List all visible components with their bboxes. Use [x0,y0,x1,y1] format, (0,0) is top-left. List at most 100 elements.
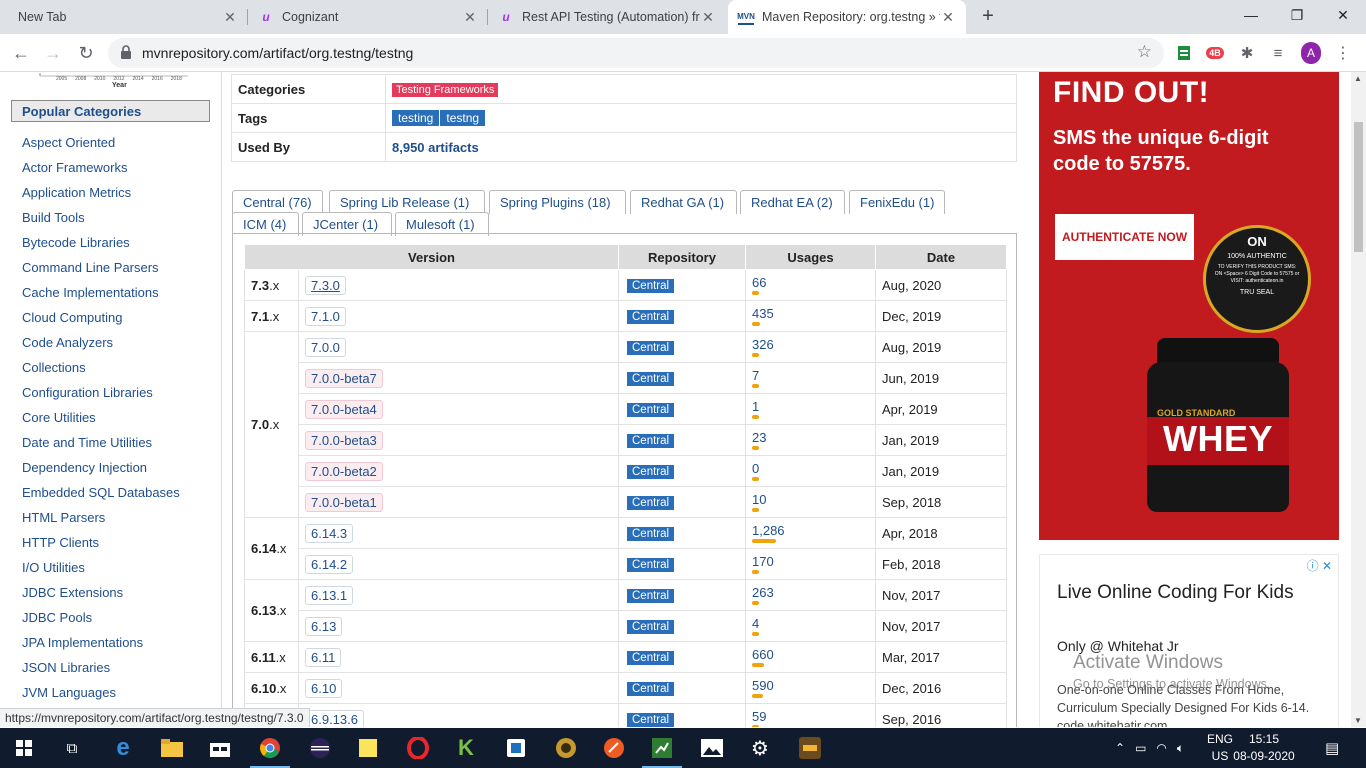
category-link[interactable]: Command Line Parsers [22,260,180,285]
adchoices-icon[interactable]: ⓘ ✕ [1307,557,1332,574]
browser-tab-new-tab[interactable]: New Tab ✕ [8,0,248,34]
tab-redhat-ga[interactable]: Redhat GA (1) [630,190,737,214]
repository-badge[interactable]: Central [627,651,675,665]
postman-icon[interactable] [590,728,638,768]
settings-gear-icon[interactable]: ⚙ [736,728,784,768]
repository-badge[interactable]: Central [627,341,675,355]
new-tab-button[interactable]: + [976,5,1000,29]
menu-kebab-icon[interactable]: ⋮ [1333,43,1353,63]
file-explorer-icon[interactable] [148,728,196,768]
repository-badge[interactable]: Central [627,403,675,417]
tab-spring-plugins[interactable]: Spring Plugins (18) [489,190,626,214]
repository-badge[interactable]: Central [627,434,675,448]
usages-link[interactable]: 59 [752,709,869,724]
version-link[interactable]: 6.9.13.6 [305,709,364,727]
app-circle-icon[interactable] [542,728,590,768]
version-link[interactable]: 6.13.1 [305,585,354,605]
windows-start-icon[interactable] [0,728,48,768]
address-bar[interactable]: mvnrepository.com/artifact/org.testng/te… [108,38,1164,68]
repository-badge[interactable]: Central [627,310,675,324]
category-link[interactable]: Collections [22,360,180,385]
authenticate-now-button[interactable]: AUTHENTICATE NOW [1055,214,1194,260]
usages-link[interactable]: 10 [752,492,869,507]
restore-icon[interactable]: ❐ [1274,0,1320,30]
version-link[interactable]: 6.10 [305,678,343,698]
category-link[interactable]: Application Metrics [22,185,180,210]
browser-tab-cognizant[interactable]: u Cognizant ✕ [248,0,488,34]
volume-icon[interactable]: 🔈︎ [1177,741,1184,756]
forward-icon[interactable]: → [40,40,66,66]
scrollbar-thumb[interactable] [1354,122,1363,252]
category-link[interactable]: Build Tools [22,210,180,235]
reload-icon[interactable]: ↻ [73,40,99,66]
coding-kids-ad[interactable]: ⓘ ✕ Live Online Coding For Kids Only @ W… [1039,554,1339,727]
version-link[interactable]: 7.0.0-beta7 [305,368,383,388]
repository-badge[interactable]: Central [627,527,675,541]
category-link[interactable]: JDBC Pools [22,610,180,635]
version-link[interactable]: 6.14.3 [305,523,354,543]
category-link[interactable]: Code Analyzers [22,335,180,360]
sticky-notes-icon[interactable] [344,728,392,768]
repository-badge[interactable]: Central [627,713,675,727]
version-link[interactable]: 6.13 [305,616,343,636]
spreadsheet-icon[interactable] [638,728,686,768]
usages-link[interactable]: 1,286 [752,523,869,538]
game-app-icon[interactable] [786,728,834,768]
used-by-link[interactable]: 8,950 artifacts [392,140,479,155]
tab-central[interactable]: Central (76) [232,190,323,214]
usages-link[interactable]: 0 [752,461,869,476]
close-icon[interactable]: ✕ [462,9,478,26]
opera-icon[interactable] [394,728,442,768]
extension-badge-icon[interactable]: 4B [1205,43,1225,63]
extensions-puzzle-icon[interactable]: ✱ [1237,43,1257,63]
usages-link[interactable]: 1 [752,399,869,414]
version-link[interactable]: 7.1.0 [305,306,346,326]
usages-link[interactable]: 23 [752,430,869,445]
category-link[interactable]: JPA Implementations [22,635,180,660]
profile-avatar[interactable]: A [1301,42,1321,64]
category-link[interactable]: Dependency Injection [22,460,180,485]
usages-link[interactable]: 66 [752,275,869,290]
repository-badge[interactable]: Central [627,682,675,696]
repository-badge[interactable]: Central [627,465,675,479]
scroll-down-icon[interactable]: ▼ [1354,716,1362,725]
close-window-icon[interactable]: ✕ [1320,0,1366,30]
tab-redhat-ea[interactable]: Redhat EA (2) [740,190,845,214]
usages-link[interactable]: 590 [752,678,869,693]
close-icon[interactable]: ✕ [222,9,238,26]
eclipse-icon[interactable] [296,728,344,768]
tab-fenixedu[interactable]: FenixEdu (1) [849,190,945,214]
version-link[interactable]: 6.11 [305,647,342,667]
notifications-icon[interactable]: ▤ [1325,728,1339,768]
usages-link[interactable]: 170 [752,554,869,569]
repository-badge[interactable]: Central [627,589,675,603]
minimize-icon[interactable]: — [1228,0,1274,30]
category-link[interactable]: JVM Languages [22,685,180,710]
tab-spring-lib-release[interactable]: Spring Lib Release (1) [329,190,485,214]
browser-tab-maven[interactable]: MVN Maven Repository: org.testng » te ✕ [728,0,966,34]
usages-link[interactable]: 435 [752,306,869,321]
category-link[interactable]: Bytecode Libraries [22,235,180,260]
usages-link[interactable]: 263 [752,585,869,600]
back-icon[interactable]: ← [8,40,34,66]
category-link[interactable]: JDBC Extensions [22,585,180,610]
category-link[interactable]: Actor Frameworks [22,160,180,185]
system-clock[interactable]: 15:15 08-09-2020 [1232,731,1296,765]
category-badge[interactable]: Testing Frameworks [392,83,499,97]
extension-doc-icon[interactable] [1174,43,1194,63]
kite-icon[interactable]: K [442,728,490,768]
category-link[interactable]: HTML Parsers [22,510,180,535]
category-link[interactable]: Configuration Libraries [22,385,180,410]
usages-link[interactable]: 7 [752,368,869,383]
usages-link[interactable]: 660 [752,647,869,662]
version-link[interactable]: 7.0.0 [305,337,346,357]
task-view-icon[interactable]: ⧉ [48,728,96,768]
media-queue-icon[interactable]: ≡ [1268,43,1288,63]
usages-link[interactable]: 326 [752,337,869,352]
repository-badge[interactable]: Central [627,620,675,634]
scroll-up-icon[interactable]: ▲ [1354,74,1362,83]
category-link[interactable]: I/O Utilities [22,560,180,585]
tray-chevron-icon[interactable]: ⌃ [1115,741,1125,755]
category-link[interactable]: Cloud Computing [22,310,180,335]
bookmark-star-icon[interactable]: ☆ [1137,42,1152,62]
